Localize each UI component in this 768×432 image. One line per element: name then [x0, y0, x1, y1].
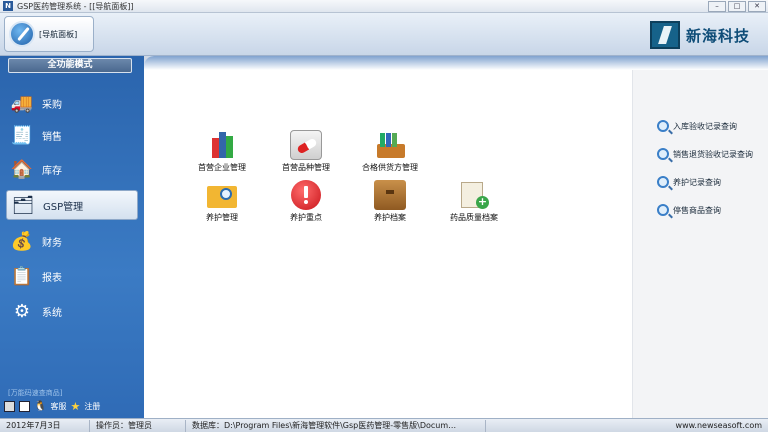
grid-item-label: 养护管理 — [206, 213, 238, 222]
status-database: 数据库：D:\Program Files\新海管理软件\Gsp医药管理-零售版\… — [186, 419, 486, 432]
query-label: 养护记录查询 — [673, 177, 721, 187]
capsule-icon — [290, 130, 322, 160]
query-label: 销售退货验收记录查询 — [673, 149, 753, 159]
query-sales-return-inspection[interactable]: 销售退货验收记录查询 — [657, 148, 753, 160]
grid-item-label: 养护档案 — [374, 213, 406, 222]
supplier-books-icon — [374, 130, 406, 160]
magnifier-icon — [657, 148, 669, 160]
sidebar-item-inventory[interactable]: 🏠 库存 — [6, 154, 138, 184]
magnifier-icon — [657, 176, 669, 188]
gear-icon: ⚙ — [13, 300, 31, 322]
maintenance-archive-button[interactable]: 养护档案 — [352, 180, 428, 223]
maximize-button[interactable]: □ — [728, 1, 746, 12]
sidebar-item-label: 财务 — [42, 237, 62, 249]
sidebar: 全功能模式 🚚 采购 🧾 销售 🏠 库存 🗂 GSP管理 💰 财务 📋 报表 ⚙… — [0, 56, 144, 418]
sidebar-item-label: 报表 — [42, 272, 62, 284]
qualified-supplier-button[interactable]: 合格供货方管理 — [352, 130, 428, 173]
drug-quality-archive-button[interactable]: + 药品质量档案 — [436, 180, 512, 223]
status-operator: 操作员：管理员 — [90, 419, 186, 432]
gsp-tools-icon: 🗂 — [11, 194, 35, 216]
query-label: 停售商品查询 — [673, 205, 721, 215]
report-icon: 📋 — [10, 265, 34, 287]
sidebar-item-label: 库存 — [42, 165, 62, 177]
query-discontinued-products[interactable]: 停售商品查询 — [657, 204, 721, 216]
quick-search-hint[interactable]: [万能码速查商品] — [8, 388, 62, 398]
magnifier-icon — [657, 204, 669, 216]
brand-text: 新海科技 — [685, 26, 750, 45]
sidebar-item-label: GSP管理 — [43, 201, 84, 213]
maintenance-focus-button[interactable]: 养护重点 — [268, 180, 344, 223]
sidebar-item-gsp[interactable]: 🗂 GSP管理 — [6, 190, 138, 220]
archive-box-icon — [374, 180, 406, 210]
books-icon — [206, 130, 238, 160]
window-title: GSP医药管理系统 - [[导航面板]] — [17, 1, 134, 11]
service-icon: 🐧 — [34, 401, 47, 412]
star-icon: ★ — [70, 400, 81, 413]
sidebar-footer: 🐧 客服 ★ 注册 — [4, 400, 100, 413]
sidebar-item-finance[interactable]: 💰 财务 — [6, 226, 138, 256]
app-logo-icon: N — [3, 1, 13, 11]
main-top-strip — [144, 56, 768, 70]
nav-panel-tab[interactable]: [导航面板] — [4, 16, 94, 52]
warehouse-icon: 🏠 — [10, 158, 34, 180]
header: [导航面板] 新海科技 — [0, 13, 768, 56]
truck-icon: 🚚 — [10, 92, 34, 114]
query-maintenance-records[interactable]: 养护记录查询 — [657, 176, 721, 188]
sidebar-item-label: 销售 — [42, 131, 62, 143]
nav-panel-label: [导航面板] — [39, 29, 78, 39]
full-mode-button[interactable]: 全功能模式 — [8, 58, 132, 73]
query-panel: 入库验收记录查询 销售退货验收记录查询 养护记录查询 停售商品查询 — [632, 70, 768, 418]
minimize-button[interactable]: – — [708, 1, 726, 12]
register-link[interactable]: 注册 — [84, 401, 100, 412]
notepad-icon[interactable] — [19, 401, 30, 412]
brand: 新海科技 — [649, 21, 750, 49]
first-product-button[interactable]: 首营品种管理 — [268, 130, 344, 173]
cash-register-icon: 🧾 — [10, 124, 34, 146]
sidebar-item-label: 系统 — [42, 307, 62, 319]
grid-item-label: 首营企业管理 — [198, 163, 246, 172]
main-panel: 首营企业管理 首营品种管理 合格供货方管理 养护管理 养护重点 养护档案 + 药… — [144, 56, 768, 418]
calculator-icon[interactable] — [4, 401, 15, 412]
finance-icon: 💰 — [10, 230, 34, 252]
magnifier-icon — [657, 120, 669, 132]
title-bar: N GSP医药管理系统 - [[导航面板]] – □ ✕ — [0, 0, 768, 13]
grid-item-label: 首营品种管理 — [282, 163, 330, 172]
sidebar-item-label: 采购 — [42, 99, 62, 111]
close-button[interactable]: ✕ — [748, 1, 766, 12]
maintenance-mgmt-button[interactable]: 养护管理 — [184, 180, 260, 223]
add-document-icon: + — [458, 180, 490, 210]
sidebar-item-purchase[interactable]: 🚚 采购 — [6, 88, 138, 118]
sidebar-item-reports[interactable]: 📋 报表 — [6, 261, 138, 291]
first-enterprise-button[interactable]: 首营企业管理 — [184, 130, 260, 173]
service-link[interactable]: 客服 — [50, 401, 66, 412]
brand-logo-icon — [649, 21, 680, 49]
status-bar: 2012年7月3日 操作员：管理员 数据库：D:\Program Files\新… — [0, 418, 768, 432]
sidebar-item-system[interactable]: ⚙ 系统 — [6, 296, 138, 326]
status-date: 2012年7月3日 — [0, 419, 90, 432]
folder-search-icon — [206, 180, 238, 210]
compass-icon — [9, 21, 35, 47]
grid-item-label: 养护重点 — [290, 213, 322, 222]
query-label: 入库验收记录查询 — [673, 121, 737, 131]
status-website[interactable]: www.newseasoft.com — [486, 420, 768, 432]
sidebar-item-sales[interactable]: 🧾 销售 — [6, 120, 138, 150]
grid-item-label: 药品质量档案 — [450, 213, 498, 222]
window-controls: – □ ✕ — [708, 1, 766, 12]
query-inbound-inspection[interactable]: 入库验收记录查询 — [657, 120, 737, 132]
warning-icon — [291, 180, 321, 210]
grid-item-label: 合格供货方管理 — [362, 163, 418, 172]
